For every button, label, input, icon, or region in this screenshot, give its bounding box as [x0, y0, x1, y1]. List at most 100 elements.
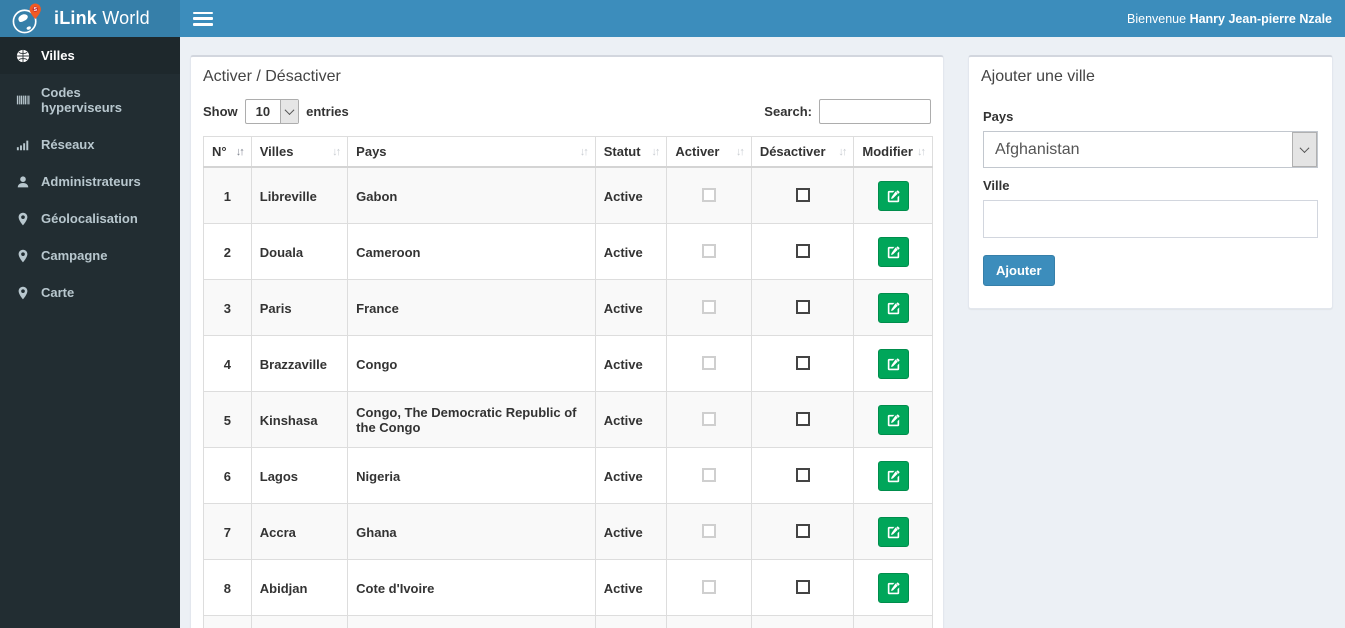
- column-header-num[interactable]: N° ↓↑: [203, 136, 252, 168]
- entries-label: entries: [306, 104, 349, 119]
- pays-cell: Nigeria: [347, 447, 596, 504]
- search-input[interactable]: [819, 99, 931, 124]
- edit-pencil-icon: [887, 413, 900, 426]
- sidebar-toggle-hamburger-icon[interactable]: [193, 11, 213, 26]
- row-number-cell: 1: [203, 166, 252, 224]
- column-header-desactiver[interactable]: Désactiver ↓↑: [750, 136, 855, 168]
- desactiver-checkbox[interactable]: [795, 467, 810, 482]
- table-row: 9 Dakar Senegal Active: [203, 615, 933, 628]
- row-number-cell: 3: [203, 279, 252, 336]
- activer-checkbox: [702, 187, 717, 202]
- modifier-button[interactable]: [877, 181, 909, 211]
- table-row: 3 Paris France Active: [203, 279, 933, 336]
- sort-icon: ↓↑: [579, 145, 589, 158]
- pays-cell: Ghana: [347, 503, 596, 560]
- sidebar-item-r-seaux[interactable]: Réseaux: [0, 126, 180, 163]
- table-row: 1 Libreville Gabon Active: [203, 166, 933, 224]
- statut-cell: Active: [594, 559, 668, 616]
- column-header-villes[interactable]: Villes ↓↑: [250, 136, 349, 168]
- sidebar-item-label: Réseaux: [41, 137, 95, 152]
- ville-input[interactable]: [983, 200, 1318, 238]
- edit-pencil-icon: [887, 301, 900, 314]
- desactiver-checkbox[interactable]: [795, 523, 810, 538]
- modifier-button[interactable]: [877, 461, 909, 491]
- modifier-button[interactable]: [877, 293, 909, 323]
- activer-checkbox: [702, 579, 717, 594]
- row-number-cell: 4: [203, 335, 252, 392]
- sidebar-item-carte[interactable]: Carte: [0, 274, 180, 311]
- row-number-cell: 2: [203, 223, 252, 280]
- row-number-cell: 5: [203, 391, 252, 448]
- user-icon: [15, 174, 30, 189]
- table-row: 6 Lagos Nigeria Active: [203, 447, 933, 504]
- ville-cell: Dakar: [250, 615, 349, 628]
- modifier-button[interactable]: [877, 573, 909, 603]
- desactiver-checkbox[interactable]: [795, 187, 810, 202]
- sidebar-item-campagne[interactable]: Campagne: [0, 237, 180, 274]
- statut-cell: Active: [594, 447, 668, 504]
- statut-cell: Active: [594, 335, 668, 392]
- pays-cell: Cote d'Ivoire: [347, 559, 596, 616]
- ville-label: Ville: [983, 178, 1010, 193]
- sidebar-item-villes[interactable]: Villes: [0, 37, 180, 74]
- column-header-pays[interactable]: Pays ↓↑: [347, 136, 596, 168]
- column-header-activer[interactable]: Activer ↓↑: [666, 136, 752, 168]
- statut-cell: Active: [594, 166, 668, 224]
- signal-icon: [15, 137, 30, 152]
- edit-pencil-icon: [887, 189, 900, 202]
- globe-icon: [15, 48, 30, 63]
- modifier-button[interactable]: [877, 237, 909, 267]
- pays-cell: Senegal: [347, 615, 596, 628]
- desactiver-checkbox[interactable]: [795, 411, 810, 426]
- modifier-button[interactable]: [877, 517, 909, 547]
- sort-icon: ↓↑: [332, 145, 341, 158]
- cities-table-panel: Activer / Désactiver Show 10 entries Sea…: [190, 55, 944, 628]
- edit-pencil-icon: [887, 525, 900, 538]
- statut-cell: Active: [594, 223, 668, 280]
- ajouter-button[interactable]: Ajouter: [983, 255, 1055, 286]
- column-header-statut[interactable]: Statut ↓↑: [594, 136, 668, 168]
- sidebar-item-label: Villes: [41, 48, 75, 63]
- brand-logo[interactable]: S iLink World: [0, 0, 180, 37]
- pays-cell: Congo, The Democratic Republic of the Co…: [347, 391, 596, 448]
- add-panel-title: Ajouter une ville: [981, 68, 1095, 85]
- row-number-cell: 7: [203, 503, 252, 560]
- table-panel-title: Activer / Désactiver: [203, 68, 341, 85]
- table-row: 2 Douala Cameroon Active: [203, 223, 933, 280]
- edit-pencil-icon: [887, 469, 900, 482]
- sidebar-item-label: Carte: [41, 285, 75, 300]
- desactiver-checkbox[interactable]: [795, 243, 810, 258]
- ville-cell: Kinshasa: [250, 391, 349, 448]
- desactiver-checkbox[interactable]: [795, 299, 810, 314]
- pays-cell: Gabon: [347, 166, 596, 224]
- page-length-select[interactable]: 10: [244, 99, 300, 124]
- search-label: Search:: [764, 104, 812, 119]
- column-header-modifier[interactable]: Modifier ↓↑: [853, 136, 933, 168]
- sidebar-item-label: Codes hyperviseurs: [41, 85, 122, 115]
- table-row: 4 Brazzaville Congo Active: [203, 335, 933, 392]
- chevron-down-icon: [280, 100, 299, 123]
- table-search: Search:: [764, 99, 931, 124]
- pays-cell: France: [347, 279, 596, 336]
- desactiver-checkbox[interactable]: [795, 355, 810, 370]
- modifier-button[interactable]: [877, 349, 909, 379]
- row-number-cell: 6: [203, 447, 252, 504]
- add-city-panel: Ajouter une ville Pays Afghanistan Ville…: [968, 55, 1333, 309]
- modifier-button[interactable]: [877, 405, 909, 435]
- cities-table: N° ↓↑ Villes ↓↑ Pays ↓↑ Statut ↓↑ Activer ↓↑ …: [203, 136, 933, 628]
- sort-icon: ↓↑: [651, 145, 660, 158]
- sort-icon: ↓↑: [735, 145, 745, 158]
- main-content: Modification et Activation des villes Ac…: [180, 0, 1345, 628]
- sidebar-item-administrateurs[interactable]: Administrateurs: [0, 163, 180, 200]
- sidebar-item-codes-hyperviseurs[interactable]: Codes hyperviseurs: [0, 74, 180, 126]
- desactiver-checkbox[interactable]: [795, 579, 810, 594]
- pays-select[interactable]: Afghanistan: [983, 131, 1318, 168]
- pays-cell: Cameroon: [347, 223, 596, 280]
- pays-cell: Congo: [347, 335, 596, 392]
- barcode-icon: [15, 93, 30, 108]
- edit-pencil-icon: [887, 357, 900, 370]
- sidebar-item-g-olocalisation[interactable]: Géolocalisation: [0, 200, 180, 237]
- ville-cell: Brazzaville: [250, 335, 349, 392]
- sort-asc-icon: ↓↑: [235, 145, 245, 158]
- row-number-cell: 8: [203, 559, 252, 616]
